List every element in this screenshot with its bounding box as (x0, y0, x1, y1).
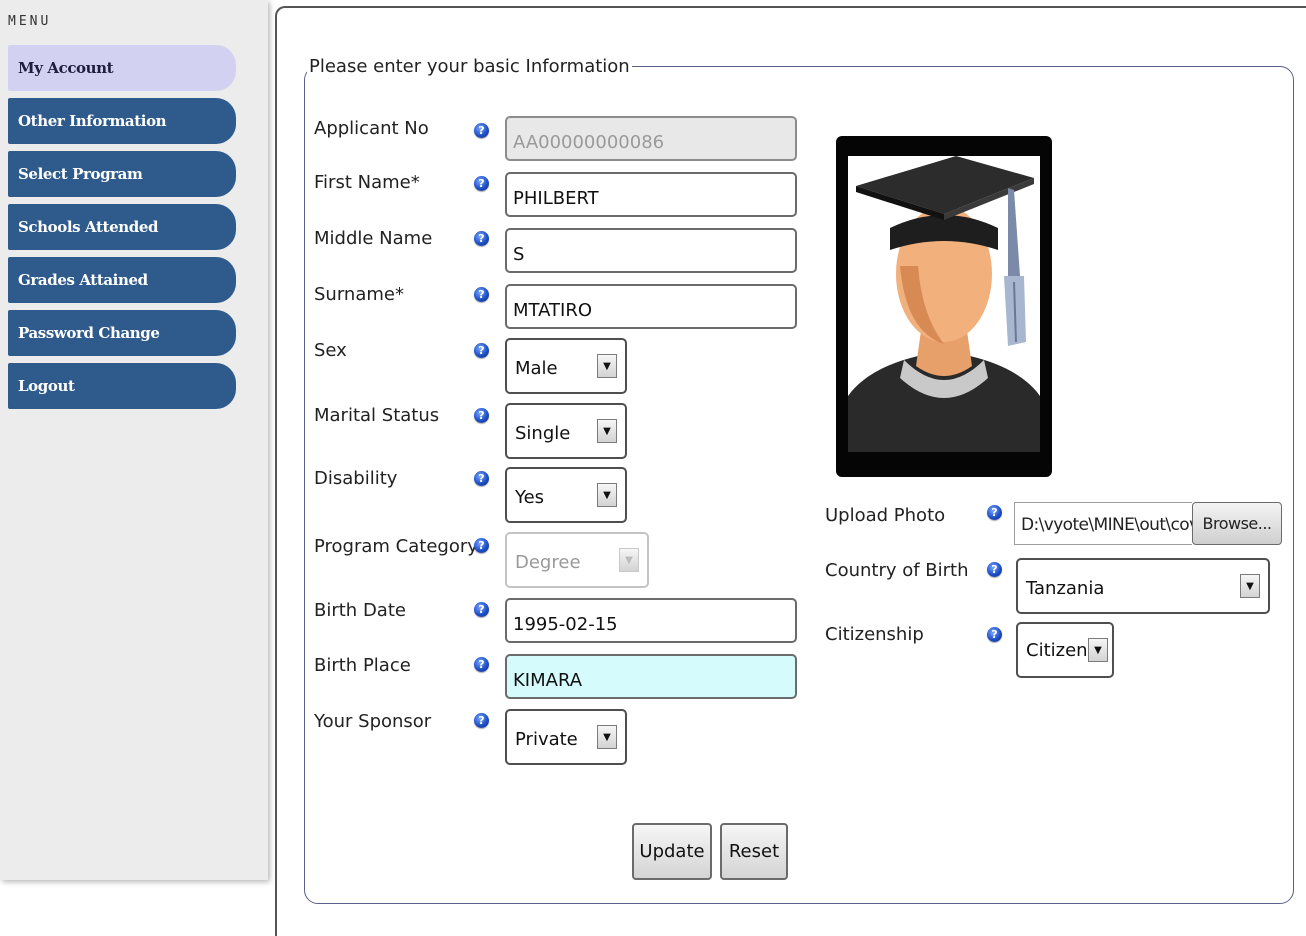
first-name-field[interactable]: PHILBERT (505, 172, 797, 217)
help-icon[interactable]: ? (474, 231, 489, 246)
help-icon[interactable]: ? (987, 505, 1002, 520)
marital-status-select[interactable]: Single ▼ (505, 403, 627, 459)
nav-item-other-information[interactable]: Other Information (8, 98, 236, 144)
nav-item-logout[interactable]: Logout (8, 363, 236, 409)
sex-select-value: Male (515, 358, 558, 379)
help-icon[interactable]: ? (474, 602, 489, 617)
sponsor-select[interactable]: Private ▼ (505, 709, 627, 765)
help-icon[interactable]: ? (474, 123, 489, 138)
birth-date-field[interactable]: 1995-02-15 (505, 598, 797, 643)
help-icon[interactable]: ? (474, 287, 489, 302)
program-category-select-value: Degree (515, 552, 581, 573)
profile-photo (836, 136, 1052, 477)
graduate-avatar-icon (848, 156, 1040, 452)
basic-information-fieldset: Please enter your basic Information (304, 56, 1294, 904)
chevron-down-icon[interactable]: ▼ (1240, 574, 1260, 598)
program-category-label: Program Category (314, 536, 478, 557)
chevron-down-icon: ▼ (619, 548, 639, 572)
nav-item-select-program[interactable]: Select Program (8, 151, 236, 197)
citizenship-select[interactable]: Citizen ▼ (1016, 622, 1114, 678)
disability-select[interactable]: Yes ▼ (505, 467, 627, 523)
help-icon[interactable]: ? (474, 538, 489, 553)
chevron-down-icon[interactable]: ▼ (1088, 638, 1108, 662)
surname-field[interactable]: MTATIRO (505, 284, 797, 329)
sidebar-menu: MENU My Account Other Information Select… (0, 0, 268, 880)
marital-status-label: Marital Status (314, 405, 440, 426)
update-button[interactable]: Update (632, 823, 712, 880)
nav-item-schools-attended[interactable]: Schools Attended (8, 204, 236, 250)
sex-select[interactable]: Male ▼ (505, 338, 627, 394)
applicant-no-field[interactable]: AA00000000086 (505, 116, 797, 161)
birth-date-label: Birth Date (314, 600, 406, 621)
help-icon[interactable]: ? (474, 657, 489, 672)
help-icon[interactable]: ? (987, 627, 1002, 642)
sponsor-select-value: Private (515, 729, 578, 750)
chevron-down-icon[interactable]: ▼ (597, 725, 617, 749)
nav-item-password-change[interactable]: Password Change (8, 310, 236, 356)
chevron-down-icon[interactable]: ▼ (597, 354, 617, 378)
marital-status-select-value: Single (515, 423, 571, 444)
sex-label: Sex (314, 340, 347, 361)
help-icon[interactable]: ? (474, 471, 489, 486)
help-icon[interactable]: ? (474, 408, 489, 423)
program-category-select: Degree ▼ (505, 532, 649, 588)
menu-title: MENU (8, 14, 52, 29)
middle-name-label: Middle Name (314, 228, 433, 249)
birth-place-label: Birth Place (314, 655, 411, 676)
country-of-birth-label: Country of Birth (825, 560, 969, 581)
chevron-down-icon[interactable]: ▼ (597, 419, 617, 443)
form-legend: Please enter your basic Information (309, 56, 630, 77)
first-name-label: First Name* (314, 172, 420, 193)
chevron-down-icon[interactable]: ▼ (597, 483, 617, 507)
upload-photo-label: Upload Photo (825, 505, 946, 526)
help-icon[interactable]: ? (987, 562, 1002, 577)
nav-item-grades-attained[interactable]: Grades Attained (8, 257, 236, 303)
country-of-birth-select-value: Tanzania (1026, 578, 1105, 599)
help-icon[interactable]: ? (474, 176, 489, 191)
disability-label: Disability (314, 468, 398, 489)
disability-select-value: Yes (515, 487, 545, 508)
citizenship-select-value: Citizen (1026, 640, 1088, 661)
country-of-birth-select[interactable]: Tanzania ▼ (1016, 558, 1270, 614)
browse-button[interactable]: Browse... (1192, 502, 1282, 545)
surname-label: Surname* (314, 284, 404, 305)
help-icon[interactable]: ? (474, 343, 489, 358)
your-sponsor-label: Your Sponsor (314, 711, 432, 732)
nav-item-my-account[interactable]: My Account (8, 45, 236, 91)
upload-photo-path-field[interactable]: D:\vyote\MINE\out\cove (1014, 502, 1192, 545)
help-icon[interactable]: ? (474, 713, 489, 728)
birth-place-field[interactable]: KIMARA (505, 654, 797, 699)
citizenship-label: Citizenship (825, 624, 924, 645)
applicant-no-label: Applicant No (314, 118, 429, 139)
middle-name-field[interactable]: S (505, 228, 797, 273)
reset-button[interactable]: Reset (720, 823, 788, 880)
